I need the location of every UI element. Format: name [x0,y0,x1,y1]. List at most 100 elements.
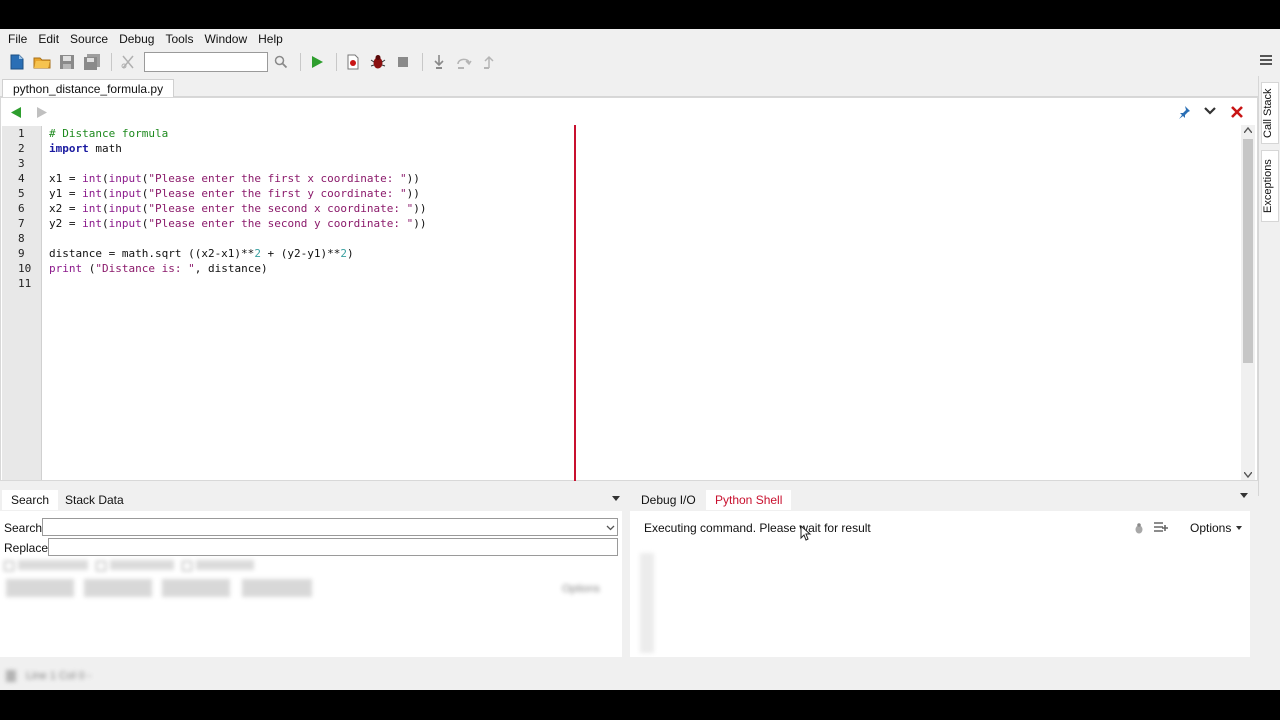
menu-edit[interactable]: Edit [34,32,63,46]
code-token: ) [347,247,354,260]
tab-debug-io[interactable]: Debug I/O [632,490,705,510]
mouse-cursor-icon [800,525,812,541]
step-out-button[interactable] [478,51,500,73]
code-line[interactable]: distance = math.sqrt ((x2-x1)**2 + (y2-y… [49,246,1229,261]
python-shell-body[interactable]: Executing command. Please wait for resul… [630,511,1250,657]
menu-source[interactable]: Source [66,32,112,46]
code-token: int [82,187,102,200]
code-token: input [108,172,142,185]
editor-navigation-bar [1,98,1257,125]
menu-debug[interactable]: Debug [115,32,158,46]
code-token: ( [102,217,109,230]
code-line[interactable] [49,276,1229,291]
step-over-icon [457,58,472,69]
line-number: 6 [18,202,25,215]
code-line[interactable]: # Distance formula [49,126,1229,141]
code-line[interactable] [49,231,1229,246]
scroll-down-icon[interactable] [1244,472,1252,478]
pin-icon[interactable] [1177,105,1191,119]
menu-window[interactable]: Window [200,32,251,46]
checkbox-label [18,560,88,570]
code-token: y1 = [49,187,83,200]
search-history-chevron-icon[interactable] [606,525,615,531]
search-field[interactable] [42,518,618,536]
menu-file[interactable]: File [4,32,31,46]
new-file-icon [10,54,24,70]
code-token: "Distance is: " [95,262,195,275]
close-icon[interactable] [1231,106,1243,118]
toolbar-separator [422,53,423,71]
python-shell-panel: Debug I/O Python Shell Executing command… [630,487,1254,657]
search-action-button[interactable] [6,579,74,597]
right-margin-guide [574,125,576,481]
code-token: "Please enter the second y coordinate: " [148,217,414,230]
tab-stack-data[interactable]: Stack Data [56,490,133,510]
replace-field[interactable] [48,538,618,556]
search-action-button[interactable] [84,579,152,597]
save-button[interactable] [56,51,78,73]
code-line[interactable]: y1 = int(input("Please enter the first y… [49,186,1229,201]
file-tab[interactable]: python_distance_formula.py [2,79,175,98]
code-token: # Distance formula [49,127,169,140]
code-line[interactable]: x2 = int(input("Please enter the second … [49,201,1229,216]
save-all-button[interactable] [81,51,103,73]
cut-button[interactable] [117,51,139,73]
search-action-button[interactable] [162,579,230,597]
code-token: ( [82,262,96,275]
search-label: Search: [4,521,46,535]
code-editor[interactable]: 1 2 3 4 5 6 7 8 9 10 11 # Distance formula import m… [0,97,1258,481]
run-to-cursor-button[interactable] [342,51,364,73]
search-options-button[interactable]: Options [562,583,600,595]
line-number: 5 [18,187,25,200]
search-action-button[interactable] [242,579,312,597]
tab-exceptions[interactable]: Exceptions [1261,150,1279,222]
search-button[interactable] [270,51,292,73]
code-area[interactable]: # Distance formula import math x1 = int(in… [49,126,1229,480]
code-token: x2 = [49,202,83,215]
debug-button[interactable] [367,51,389,73]
search-options-row [4,559,264,573]
checkbox[interactable] [4,561,14,571]
step-over-button[interactable] [453,51,475,73]
tab-call-stack[interactable]: Call Stack [1261,82,1279,144]
toolbar-separator [336,53,337,71]
editor-vertical-scrollbar[interactable] [1241,125,1255,480]
new-file-button[interactable] [6,51,28,73]
shell-list-icon[interactable] [1154,522,1168,534]
tab-search[interactable]: Search [2,490,59,510]
shell-output-area [640,553,654,653]
back-arrow-icon[interactable] [11,107,22,118]
step-out-icon [484,55,494,69]
code-line[interactable] [49,156,1229,171]
panel-dropdown-icon[interactable] [612,496,620,501]
code-token: int [82,217,102,230]
menu-help[interactable]: Help [254,32,287,46]
code-line[interactable]: import math [49,141,1229,156]
code-token: , distance) [194,262,268,275]
panel-dropdown-icon[interactable] [1240,493,1248,498]
forward-arrow-icon[interactable] [37,107,47,118]
save-icon [60,55,74,69]
stop-button[interactable] [392,51,414,73]
step-into-button[interactable] [428,51,450,73]
code-token: ( [102,187,109,200]
open-file-button[interactable] [31,51,53,73]
line-number: 7 [18,217,25,230]
tab-python-shell[interactable]: Python Shell [706,490,792,510]
options-dropdown-icon[interactable] [1236,526,1242,530]
shell-options-button[interactable]: Options [1190,521,1231,535]
chevron-down-icon[interactable] [1204,107,1216,116]
hamburger-menu-icon[interactable] [1260,55,1272,65]
scrollbar-thumb[interactable] [1243,139,1253,363]
code-line[interactable]: x1 = int(input("Please enter the first x… [49,171,1229,186]
checkbox[interactable] [96,561,106,571]
code-line[interactable]: print ("Distance is: ", distance) [49,261,1229,276]
menu-tools[interactable]: Tools [161,32,197,46]
checkbox[interactable] [182,561,192,571]
bug-icon[interactable] [1134,523,1144,534]
code-token: + (y2-y1)** [260,247,341,260]
code-line[interactable]: y2 = int(input("Please enter the second … [49,216,1229,231]
run-button[interactable] [306,51,328,73]
toolbar-search-input[interactable] [144,52,268,72]
scroll-up-icon[interactable] [1244,127,1252,133]
